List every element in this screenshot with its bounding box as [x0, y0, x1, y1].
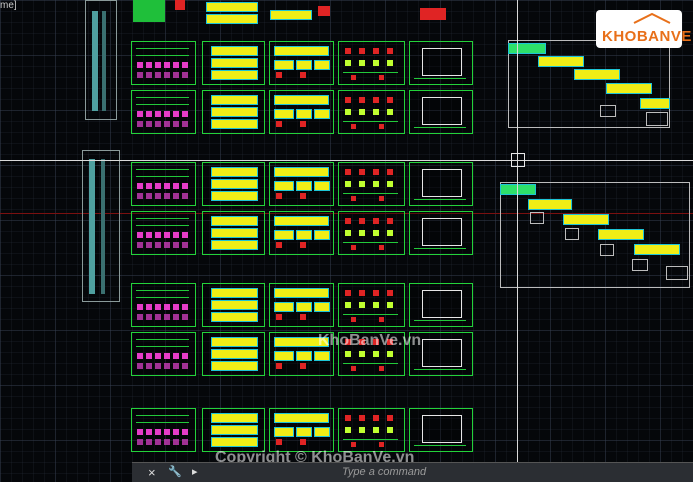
stair-landing-box: [600, 105, 616, 117]
drawing-sheet: [269, 283, 334, 327]
stair-flight: [563, 214, 609, 225]
drawing-sheet: [409, 408, 473, 452]
drawing-sheet: [202, 332, 265, 376]
drawing-sheet: [409, 90, 473, 134]
drawing-sheet: [131, 408, 196, 452]
drawing-sheet: [202, 162, 265, 206]
crosshair-horizontal: [0, 160, 693, 161]
stair-landing-box: [565, 228, 579, 240]
command-prompt-icon: ▸: [192, 466, 198, 478]
stair-flight: [598, 229, 644, 240]
stair-landing-box: [500, 182, 690, 288]
drawing-sheet: [409, 283, 473, 327]
watermark-center: KhoBanVe.vn: [318, 332, 422, 349]
stair-landing-box: [530, 212, 544, 224]
stair-landing-box: [646, 112, 668, 126]
drawing-sheet: [338, 283, 405, 327]
drawing-sheet: [338, 408, 405, 452]
drawing-sheet: [338, 90, 405, 134]
stair-landing-box: [666, 266, 688, 280]
drawing-sheet: [338, 162, 405, 206]
drawing-sheet: [131, 41, 196, 85]
command-input[interactable]: Type a command: [342, 466, 426, 478]
drawing-sheet: [269, 90, 334, 134]
logo: KHOBANVE: [596, 10, 691, 48]
stair-flight: [606, 83, 652, 94]
drawing-sheet: [409, 41, 473, 85]
drawing-sheet: [131, 211, 196, 255]
drawing-sheet: [269, 41, 334, 85]
viewport-label[interactable]: me]: [0, 0, 17, 11]
drawing-sheet: [269, 162, 334, 206]
drawing-canvas[interactable]: me] KhoBanVe.vn Copyright © KhoBanVe.vn …: [0, 0, 693, 482]
crosshair-vertical: [517, 0, 518, 482]
logo-text: KHOBANVE: [602, 28, 692, 45]
left-elevation-top: [85, 0, 117, 120]
drawing-sheet: [131, 162, 196, 206]
drawing-sheet: [202, 90, 265, 134]
command-line-bar[interactable]: × 🔧 ▸ Type a command: [132, 462, 693, 482]
stair-flight: [634, 244, 680, 255]
drawing-sheet: [269, 408, 334, 452]
left-elevation-bottom: [82, 150, 120, 302]
stair-flight: [500, 184, 536, 195]
drawing-sheet: [131, 283, 196, 327]
stair-flight: [508, 43, 546, 54]
stair-flight: [574, 69, 620, 80]
wrench-icon[interactable]: 🔧: [168, 465, 182, 478]
drawing-sheet: [409, 162, 473, 206]
close-icon[interactable]: ×: [148, 465, 156, 480]
drawing-sheet: [269, 211, 334, 255]
drawing-sheet: [338, 41, 405, 85]
stair-flight: [538, 56, 584, 67]
stair-flight: [528, 199, 572, 210]
cursor-pickbox: [511, 153, 525, 167]
drawing-sheet: [131, 90, 196, 134]
stair-flight: [640, 98, 670, 109]
stair-landing-box: [632, 259, 648, 271]
drawing-sheet: [131, 332, 196, 376]
drawing-sheet: [202, 408, 265, 452]
drawing-sheet: [202, 283, 265, 327]
drawing-sheet: [338, 211, 405, 255]
drawing-sheet: [202, 41, 265, 85]
house-roof-icon: [633, 12, 671, 24]
drawing-sheet: [202, 211, 265, 255]
stair-landing-box: [600, 244, 614, 256]
drawing-sheet: [409, 211, 473, 255]
